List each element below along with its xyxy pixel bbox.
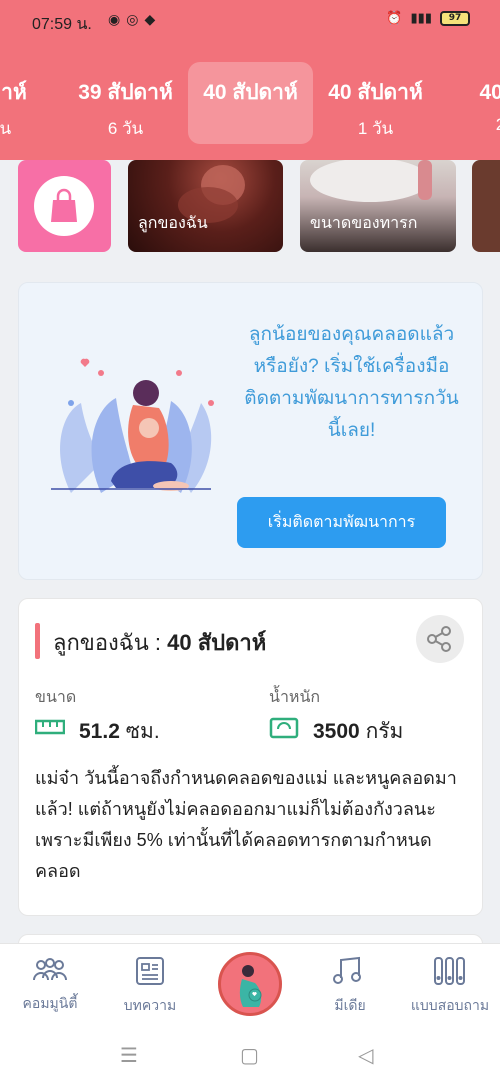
- back-icon[interactable]: ◁: [358, 1043, 373, 1067]
- baby-description: แม่จ๋า วันนี้อาจถึงกำหนดคลอดของแม่ และหน…: [35, 768, 457, 881]
- tracker-promo-card: ลูกน้อยของคุณคลอดแล้วหรือยัง? เริ่มใช้เค…: [18, 282, 483, 580]
- fetus-image: [178, 165, 245, 223]
- ruler-icon: [35, 719, 65, 735]
- week-tab[interactable]: 39 สัปดาห์ 6 วัน: [63, 62, 188, 144]
- alarm-icon: ⏰: [386, 11, 403, 26]
- feature-tiles: ลูกของฉัน ขนาดของทารก: [0, 160, 500, 255]
- week-tab-selected[interactable]: 40 สัปดาห์: [188, 62, 313, 144]
- my-baby-tile[interactable]: ลูกของฉัน: [128, 160, 283, 252]
- status-time: 07:59 น.: [32, 16, 92, 33]
- promo-text: ลูกน้อยของคุณคลอดแล้วหรือยัง? เริ่มใช้เค…: [244, 324, 459, 441]
- status-bar: 07:59 น. ◉ ◎ ◆ ⏰ ▮▮▮ 97: [0, 0, 500, 44]
- size-value: 51.2 ซม.: [79, 720, 160, 743]
- status-notification-icons: ◉ ◎ ◆: [108, 12, 155, 28]
- article-icon: [136, 957, 164, 985]
- size-label: ขนาด: [35, 689, 77, 706]
- pregnant-woman-icon: [239, 965, 262, 1007]
- bag-icon: [51, 188, 77, 222]
- nav-community[interactable]: คอมมูนิตี้: [0, 956, 100, 1015]
- home-icon[interactable]: ▢: [240, 1043, 259, 1067]
- battery-icon: 97: [440, 11, 470, 26]
- week-tab[interactable]: 40 สัปดาห์ 1 วัน: [313, 62, 438, 144]
- diamond-icon: ◆: [144, 12, 156, 28]
- nav-articles[interactable]: บทความ: [100, 956, 200, 1017]
- weight-value: 3500 กรัม: [313, 720, 404, 743]
- start-tracking-button[interactable]: เริ่มติดตามพัฒนาการ: [237, 497, 446, 548]
- quiz-icon: [434, 957, 465, 985]
- instagram-icon: ◎: [126, 12, 139, 28]
- pregnancy-home-button[interactable]: [218, 952, 282, 1016]
- weight-label: น้ำหนัก: [269, 689, 321, 706]
- signal-icon: ▮▮▮: [410, 11, 432, 26]
- nav-media[interactable]: มีเดีย: [300, 956, 400, 1017]
- share-icon: [427, 626, 451, 652]
- more-tile[interactable]: [472, 160, 500, 252]
- week-tab[interactable]: ปดาห์ วัน: [0, 62, 63, 144]
- status-system-icons: ⏰ ▮▮▮ 97: [386, 11, 470, 26]
- sheep-image: [310, 160, 432, 202]
- community-icon: [33, 958, 67, 981]
- week-tab[interactable]: 40 สั 2: [438, 62, 500, 144]
- baby-info-title: ลูกของฉัน : 40 สัปดาห์: [53, 630, 267, 655]
- baby-size-tile[interactable]: ขนาดของทารก: [300, 160, 456, 252]
- mother-baby-illustration: [51, 358, 214, 493]
- nav-quiz[interactable]: แบบสอบถาม: [400, 956, 500, 1017]
- system-navigation-bar: ☰ ▢ ◁: [0, 1023, 500, 1083]
- share-button[interactable]: [416, 615, 464, 663]
- recent-apps-icon[interactable]: ☰: [120, 1043, 138, 1067]
- baby-info-card: ลูกของฉัน : 40 สัปดาห์ ขนาด 51.2 ซม. น้ำ…: [18, 598, 483, 916]
- shop-tile[interactable]: [18, 160, 111, 252]
- chrome-icon: ◉: [108, 12, 121, 28]
- week-selector[interactable]: ปดาห์ วัน 39 สัปดาห์ 6 วัน 40 สัปดาห์ 40…: [0, 58, 500, 148]
- media-icon: [333, 956, 361, 984]
- app-header: 07:59 น. ◉ ◎ ◆ ⏰ ▮▮▮ 97 ปดาห์ วัน 39 สัป…: [0, 0, 500, 160]
- bottom-navigation: คอมมูนิตี้ บทความ มีเดีย แบบสอบถาม: [0, 943, 500, 1023]
- title-accent-bar: [35, 623, 40, 659]
- scale-icon: [269, 717, 299, 739]
